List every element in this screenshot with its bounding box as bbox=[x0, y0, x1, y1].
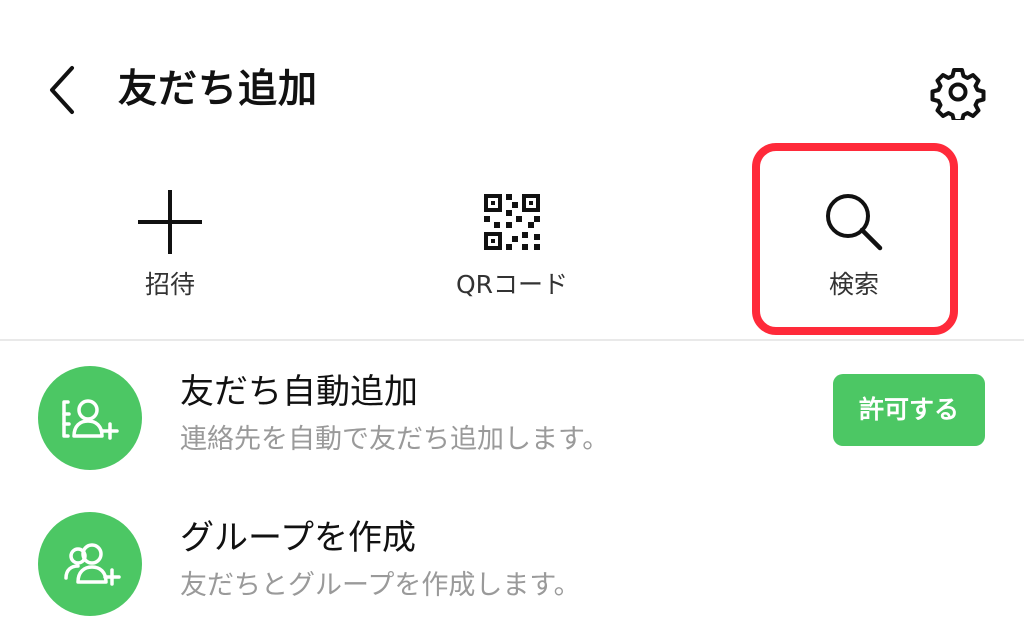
back-button[interactable] bbox=[40, 62, 92, 118]
search-button[interactable]: 検索 bbox=[744, 170, 964, 320]
create-group-avatar bbox=[38, 512, 142, 616]
list-item-auto-add-friends[interactable]: 友だち自動追加 連絡先を自動で友だち追加します。 許可する bbox=[0, 344, 1024, 484]
search-icon bbox=[826, 194, 883, 251]
create-group-subtitle: 友だちとグループを作成します。 bbox=[180, 570, 581, 601]
list-item-create-group[interactable]: グループを作成 友だちとグループを作成します。 bbox=[0, 490, 1024, 630]
invite-button[interactable]: 招待 bbox=[60, 170, 280, 320]
plus-icon bbox=[138, 190, 202, 254]
invite-label: 招待 bbox=[144, 270, 195, 299]
chevron-left-icon bbox=[50, 66, 74, 114]
qr-code-icon bbox=[484, 194, 540, 250]
page-title: 友だち追加 bbox=[118, 67, 319, 112]
qr-code-label: QRコード bbox=[455, 270, 569, 299]
allow-button[interactable]: 許可する bbox=[833, 374, 985, 446]
group-add-icon bbox=[64, 543, 121, 586]
header: 友だち追加 bbox=[0, 0, 1024, 150]
qr-code-button[interactable]: QRコード bbox=[402, 170, 622, 320]
search-label: 検索 bbox=[828, 270, 879, 299]
settings-button[interactable] bbox=[930, 64, 986, 123]
auto-add-avatar bbox=[38, 366, 142, 470]
gear-icon bbox=[930, 68, 986, 123]
create-group-title: グループを作成 bbox=[180, 518, 416, 558]
contact-add-icon bbox=[62, 399, 119, 440]
auto-add-title: 友だち自動追加 bbox=[180, 372, 418, 412]
auto-add-subtitle: 連絡先を自動で友だち追加します。 bbox=[180, 424, 610, 455]
section-divider bbox=[0, 339, 1024, 341]
add-friend-actions: 招待 QRコード 検索 bbox=[0, 150, 1024, 340]
